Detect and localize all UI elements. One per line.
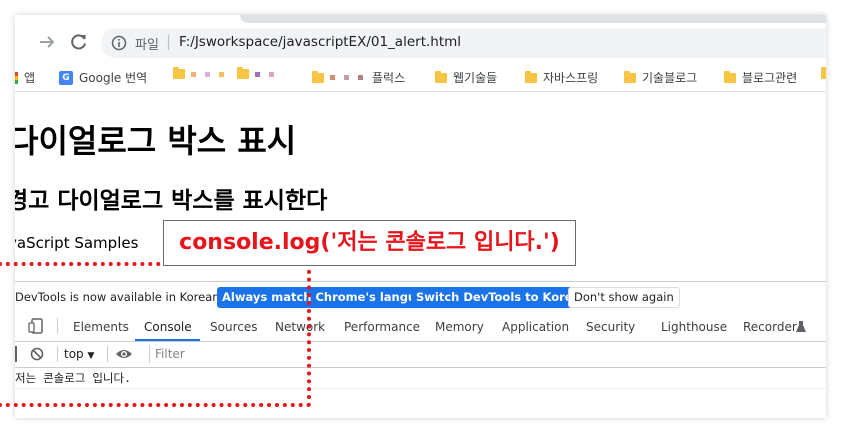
bookmark-flux[interactable]: 플럭스 <box>312 69 405 86</box>
url-separator: | <box>166 32 172 50</box>
folder-icon <box>724 70 736 83</box>
folder-icon <box>821 67 826 79</box>
bookmark-google-translate-label: Google 번역 <box>79 71 148 85</box>
dont-show-again-button[interactable]: Don't show again <box>568 287 680 308</box>
flask-icon <box>796 321 806 332</box>
url-text[interactable]: F:/Jsworkspace/javascriptEX/01_alert.htm… <box>179 34 461 50</box>
info-icon[interactable] <box>111 35 127 51</box>
page-heading-1: 다이얼로그 박스 표시 <box>15 122 297 160</box>
bookmark-blog-related[interactable]: 블로그관련 <box>724 69 797 86</box>
page-heading-2: 경고 다이얼로그 박스를 표시한다 <box>15 188 328 214</box>
tab-recorder[interactable]: Recorder <box>743 320 797 334</box>
folder-icon <box>435 70 447 83</box>
annotation-highlight-box <box>0 262 311 407</box>
folder-icon <box>525 70 537 83</box>
bookmark-tech-blog[interactable]: 기술블로그 <box>624 69 697 86</box>
tab-application[interactable]: Application <box>502 320 569 334</box>
tab-performance[interactable]: Performance <box>344 320 420 334</box>
forward-arrow-icon[interactable] <box>37 32 57 52</box>
page-paragraph: vaScript Samples <box>15 234 139 252</box>
bookmark-web-tech[interactable]: 웹기술들 <box>435 69 497 86</box>
bookmark-blurred-2[interactable] <box>237 67 277 79</box>
tab-strip <box>240 15 826 23</box>
annotation-callout: console.log('저는 콘솔로그 입니다.') <box>163 220 576 266</box>
tab-security[interactable]: Security <box>586 320 635 334</box>
switch-to-korean-button[interactable]: Switch DevTools to Korean <box>411 287 594 308</box>
apps-grid-icon <box>15 71 18 84</box>
tab-lighthouse[interactable]: Lighthouse <box>661 320 727 334</box>
tab-memory[interactable]: Memory <box>435 320 484 334</box>
bookmark-label: 플럭스 <box>372 71 406 85</box>
folder-icon <box>173 67 185 79</box>
bookmark-label: 기술블로그 <box>642 71 698 85</box>
browser-toolbar: 파일 | F:/Jsworkspace/javascriptEX/01_aler… <box>15 25 826 63</box>
bookmark-google-translate[interactable]: G Google 번역 <box>59 69 147 86</box>
site-label: 파일 <box>135 38 159 53</box>
bookmark-blurred-1[interactable] <box>173 67 227 79</box>
bookmark-label: 웹기술들 <box>453 71 498 85</box>
bookmark-overflow[interactable] <box>821 67 826 79</box>
address-bar[interactable]: 파일 | F:/Jsworkspace/javascriptEX/01_aler… <box>101 28 826 58</box>
bookmark-apps[interactable]: 앱 <box>15 69 35 86</box>
folder-icon <box>312 70 324 83</box>
bookmarks-bar: 앱 G Google 번역 플럭스 웹기술들 자바스프링 기술블로그 블로그관련 <box>15 63 826 92</box>
bookmark-label: 자바스프링 <box>543 71 599 85</box>
bookmark-apps-label: 앱 <box>24 71 36 85</box>
folder-icon <box>624 70 636 83</box>
bookmark-java-spring[interactable]: 자바스프링 <box>525 69 598 86</box>
folder-icon <box>237 67 249 79</box>
reload-icon[interactable] <box>69 32 89 52</box>
bookmark-label: 블로그관련 <box>742 71 798 85</box>
google-translate-icon: G <box>59 70 73 85</box>
